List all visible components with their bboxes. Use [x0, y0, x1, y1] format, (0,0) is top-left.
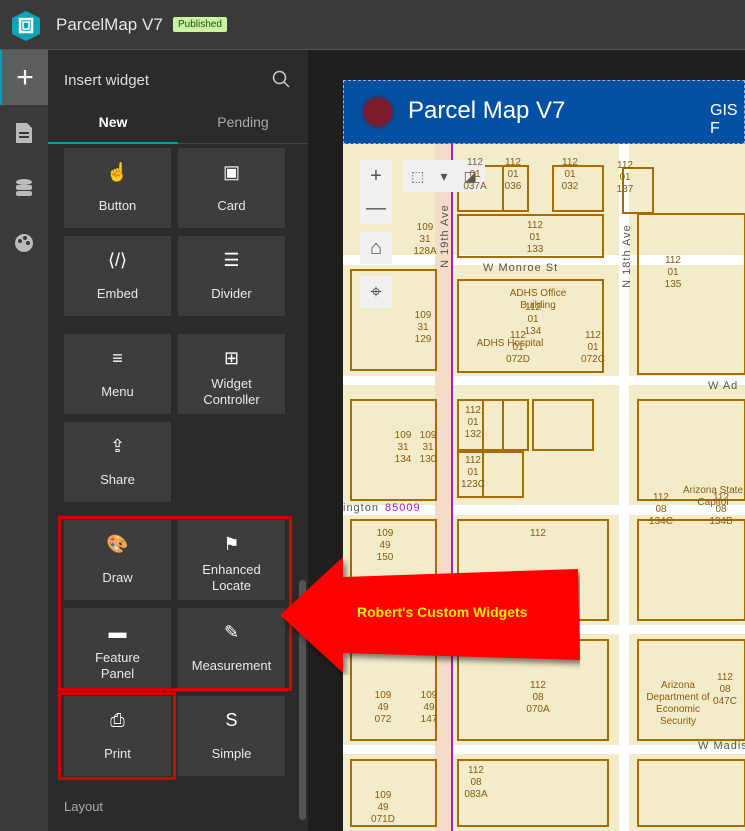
- parcel-label: 109 31 128A: [413, 222, 437, 257]
- map-header: Parcel Map V7 GIS F: [343, 80, 745, 144]
- locate-button[interactable]: ⌖: [360, 276, 392, 308]
- parcel-label: 109 49 072: [374, 690, 392, 725]
- parcel-label: 109 31 130: [419, 430, 437, 465]
- widget-label: Menu: [101, 384, 134, 399]
- widget-tile-menu[interactable]: ≡ Menu: [64, 334, 171, 414]
- widget-tile-simple[interactable]: S Simple: [178, 696, 285, 776]
- widget-tile-card[interactable]: ▣ Card: [178, 148, 285, 228]
- data-icon[interactable]: [0, 160, 48, 215]
- parcel-label: 109 49 147: [420, 690, 438, 725]
- parcel[interactable]: [532, 399, 594, 451]
- widget-label: Divider: [211, 286, 252, 301]
- widget-controller-icon: ⊞: [223, 348, 240, 368]
- parcel-label: 112 01 132: [464, 405, 482, 440]
- street-label: N 18th Ave: [620, 224, 633, 288]
- parcel[interactable]: [482, 399, 504, 451]
- top-bar: ParcelMap V7 Published: [0, 0, 745, 50]
- status-badge: Published: [173, 17, 227, 32]
- parcel-label: Arizona Department of Economic Security: [646, 680, 710, 727]
- menu-icon: ≡: [112, 348, 123, 368]
- parcel[interactable]: [637, 519, 745, 621]
- parcel-label: 112 01 133: [526, 220, 544, 255]
- parcel-label: 112 01 135: [664, 255, 682, 290]
- parcel-label: 112 08 134B: [709, 492, 733, 527]
- widget-label: Simple: [211, 746, 252, 761]
- parcel-label: 109 31 134: [394, 430, 412, 465]
- widget-tile-divider[interactable]: ☰ Divider: [178, 236, 285, 316]
- parcel-label: 112: [530, 528, 546, 539]
- card-icon: ▣: [222, 162, 240, 182]
- parcel[interactable]: [637, 213, 745, 375]
- road: [343, 745, 745, 754]
- parcel-label: 112 01 037A: [463, 157, 487, 192]
- map-header-link[interactable]: GIS F: [710, 102, 744, 138]
- street-label: ington: [343, 502, 379, 514]
- widget-tile-button[interactable]: ☝ Button: [64, 148, 171, 228]
- parcel-label: 112 08 047C: [713, 672, 737, 707]
- section-layout: Layout: [64, 799, 104, 814]
- parcel[interactable]: [482, 451, 524, 498]
- parcel-label: 112 01 072D: [506, 330, 530, 365]
- zoom-out-button[interactable]: —: [360, 192, 392, 224]
- tab-new[interactable]: New: [48, 114, 178, 144]
- left-rail: +: [0, 50, 48, 831]
- street-label: 85009: [385, 502, 421, 514]
- print-highlight: [58, 692, 176, 780]
- widget-label: Embed: [96, 286, 139, 301]
- parcel-label: 109 31 129: [414, 310, 432, 345]
- parcel-label: 112 01 137: [616, 160, 634, 195]
- parcel[interactable]: [502, 399, 529, 451]
- custom-widgets-highlight: [58, 516, 292, 691]
- parcel-label: 112 01 036: [504, 157, 522, 192]
- county-seal-logo: [361, 95, 395, 129]
- page-icon[interactable]: [0, 105, 48, 160]
- map-canvas[interactable]: Parcel Map V7 GIS F + — ⌂ ⌖ ⬚ ▾ ◪ 112 01 0…: [343, 80, 745, 831]
- parcel-label: 112 01 072C: [581, 330, 605, 365]
- experience-builder-logo: [12, 11, 40, 41]
- parcel[interactable]: [637, 759, 745, 827]
- widget-label: Button: [98, 198, 137, 213]
- widget-label: Share: [100, 472, 135, 487]
- tab-pending[interactable]: Pending: [178, 114, 308, 144]
- parcel-label: 112 08 083A: [464, 765, 488, 800]
- button-icon: ☝: [106, 162, 129, 182]
- zoom-in-button[interactable]: +: [360, 160, 392, 192]
- chevron-down-icon[interactable]: ▾: [440, 168, 447, 185]
- embed-icon: ⟨/⟩: [107, 250, 128, 270]
- parcel-label: 112 01 032: [561, 157, 579, 192]
- share-icon: ⇪: [109, 436, 126, 456]
- street-label: W Ad: [708, 380, 739, 392]
- callout-text: Robert's Custom Widgets: [357, 604, 528, 620]
- widget-label: Widget Controller: [203, 376, 260, 407]
- widget-tile-embed[interactable]: ⟨/⟩ Embed: [64, 236, 171, 316]
- widget-label: Card: [217, 198, 246, 213]
- street-label: W Monroe St: [483, 262, 559, 274]
- parcel-label: 112 08 070A: [526, 680, 550, 715]
- street-label: N 19th Ave: [438, 204, 451, 268]
- app-title: ParcelMap V7: [56, 15, 163, 34]
- divider-icon: ☰: [223, 250, 240, 270]
- map-title: Parcel Map V7: [408, 97, 566, 124]
- parcel-label: 109 49 071D: [371, 790, 395, 825]
- street-label: W Madis: [698, 740, 745, 752]
- widget-tile-widget-controller[interactable]: ⊞ Widget Controller: [178, 334, 285, 414]
- parcel-label: 112 08 134C: [649, 492, 673, 527]
- custom-widgets-callout: Robert's Custom Widgets: [280, 555, 580, 675]
- add-icon[interactable]: +: [0, 50, 48, 105]
- select-rectangle-icon[interactable]: ⬚: [411, 168, 424, 185]
- search-icon[interactable]: [272, 70, 290, 88]
- widget-tile-share[interactable]: ⇪ Share: [64, 422, 171, 502]
- road: [343, 376, 745, 385]
- home-button[interactable]: ⌂: [360, 232, 392, 264]
- simple-icon: S: [225, 710, 238, 730]
- panel-title: Insert widget: [64, 72, 150, 89]
- parcel-label: 112 01 123C: [461, 455, 485, 490]
- theme-icon[interactable]: [0, 215, 48, 270]
